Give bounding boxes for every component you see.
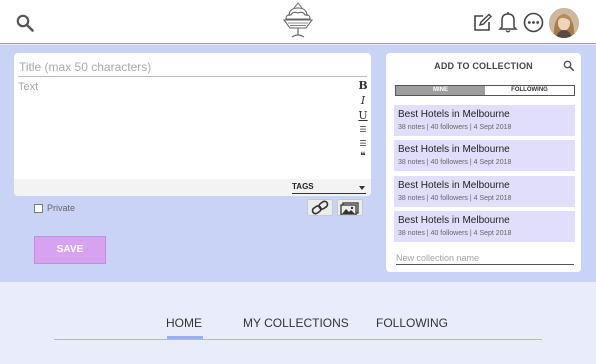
bold-button[interactable]: B — [357, 80, 369, 92]
private-label: Private — [47, 203, 76, 213]
nav-divider — [54, 339, 542, 340]
nav-home[interactable]: HOME — [166, 316, 202, 330]
tags-dropdown[interactable]: TAGS — [292, 181, 366, 194]
title-input[interactable] — [18, 57, 367, 77]
user-avatar[interactable] — [549, 8, 579, 38]
add-to-collection-panel: ADD TO COLLECTION MINE FOLLOWING Best Ho… — [386, 53, 581, 272]
attach-image-button[interactable] — [337, 199, 363, 216]
new-collection-input[interactable] — [396, 252, 574, 265]
collection-name: Best Hotels in Melbourne — [398, 144, 510, 155]
collection-meta: 38 notes | 40 followers | 4 Sept 2018 — [398, 124, 512, 131]
panel-title: ADD TO COLLECTION — [434, 61, 533, 71]
avatar-image — [549, 8, 579, 38]
edit-icon[interactable] — [472, 13, 492, 33]
collection-meta: 38 notes | 40 followers | 4 Sept 2018 — [398, 195, 512, 202]
tab-mine[interactable]: MINE — [396, 86, 485, 95]
collection-meta: 38 notes | 40 followers | 4 Sept 2018 — [398, 230, 512, 237]
bullet-list-button[interactable]: ☰ — [357, 124, 369, 136]
image-icon — [340, 202, 359, 216]
ice-cream-sundae-icon[interactable] — [280, 2, 316, 40]
link-icon — [311, 200, 329, 215]
attach-link-button[interactable] — [307, 199, 333, 216]
collection-meta: 38 notes | 40 followers | 4 Sept 2018 — [398, 159, 512, 166]
note-editor: B I U ☰ ☰ ❝ TAGS — [14, 53, 371, 196]
collection-item[interactable]: Best Hotels in Melbourne 38 notes | 40 f… — [394, 176, 575, 207]
collection-name: Best Hotels in Melbourne — [398, 215, 510, 226]
more-icon[interactable] — [523, 12, 544, 33]
collection-name: Best Hotels in Melbourne — [398, 180, 510, 191]
collection-name: Best Hotels in Melbourne — [398, 109, 510, 120]
tags-label: TAGS — [292, 182, 314, 191]
quote-button[interactable]: ❝ — [357, 151, 369, 163]
search-icon[interactable] — [16, 14, 34, 32]
chevron-down-icon — [359, 186, 365, 190]
tags-bar: TAGS — [14, 179, 371, 196]
save-button[interactable]: SAVE — [34, 236, 106, 264]
collection-item[interactable]: Best Hotels in Melbourne 38 notes | 40 f… — [394, 105, 575, 136]
collection-item[interactable]: Best Hotels in Melbourne 38 notes | 40 f… — [394, 140, 575, 171]
nav-my-collections[interactable]: MY COLLECTIONS — [243, 316, 349, 330]
bell-icon[interactable] — [498, 11, 518, 33]
search-icon[interactable] — [563, 60, 574, 71]
tab-following[interactable]: FOLLOWING — [485, 86, 574, 95]
collection-item[interactable]: Best Hotels in Melbourne 38 notes | 40 f… — [394, 211, 575, 242]
text-input[interactable] — [18, 81, 348, 181]
collection-tabs: MINE FOLLOWING — [395, 85, 575, 96]
nav-following[interactable]: FOLLOWING — [376, 316, 448, 330]
private-checkbox[interactable] — [34, 204, 43, 213]
underline-button[interactable]: U — [357, 110, 369, 122]
top-header — [0, 0, 596, 44]
numbered-list-button[interactable]: ☰ — [357, 138, 369, 150]
italic-button[interactable]: I — [357, 95, 369, 107]
